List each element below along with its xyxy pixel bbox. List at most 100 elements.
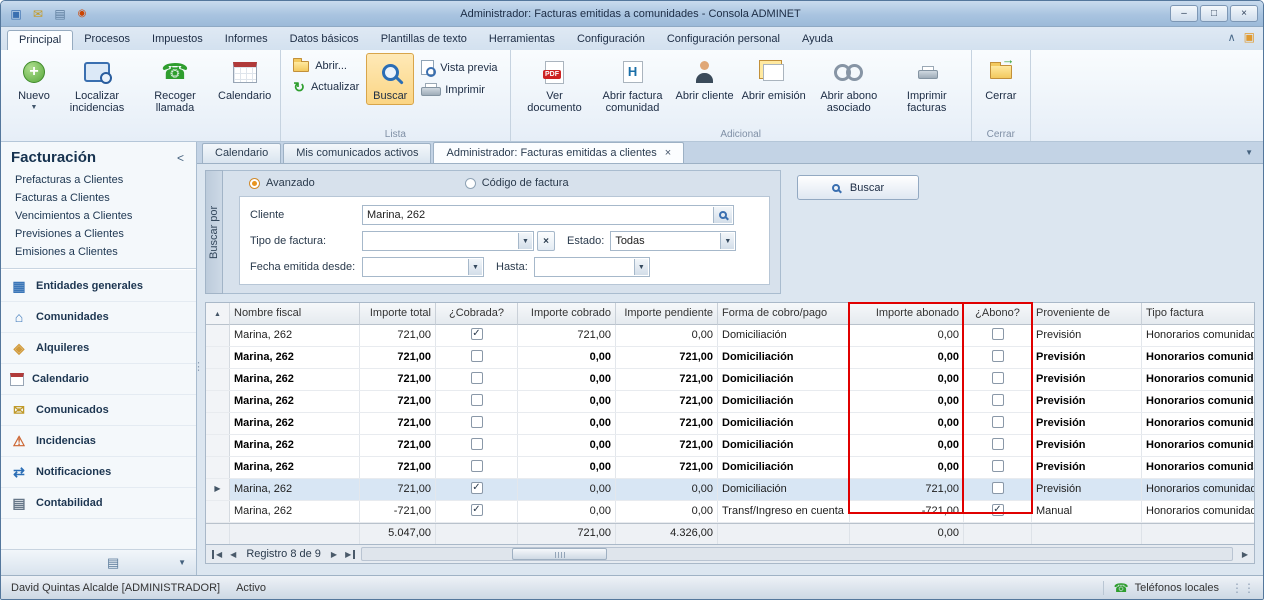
cell-cobrada[interactable] (436, 369, 518, 390)
tab-configuracion-personal[interactable]: Configuración personal (656, 30, 791, 50)
hasta-combo[interactable]: ▼ (534, 257, 650, 277)
doc-tab-facturas-emitidas[interactable]: Administrador: Facturas emitidas a clien… (433, 142, 684, 163)
fecha-desde-combo[interactable]: ▼ (362, 257, 484, 277)
cell-nombre[interactable]: Marina, 262 (230, 369, 360, 390)
cell-pendiente[interactable]: 721,00 (616, 413, 718, 434)
app-icon[interactable]: ▣ (7, 6, 25, 22)
checkbox-cobrada-checked[interactable]: ✓ (471, 504, 483, 516)
cell-cobrado[interactable]: 0,00 (518, 369, 616, 390)
column-header-indicator[interactable]: ▲ (206, 303, 230, 325)
cell-cobrada[interactable] (436, 435, 518, 456)
sidebar-link[interactable]: Emisiones a Clientes (1, 243, 196, 261)
cell-pendiente[interactable]: 0,00 (616, 479, 718, 500)
cell-proveniente[interactable]: Previsión (1032, 457, 1142, 478)
checkbox-cobrada-unchecked[interactable] (471, 372, 483, 384)
table-row[interactable]: Marina, 262721,000,00721,00Domiciliación… (206, 347, 1255, 369)
cell-forma[interactable]: Domiciliación (718, 369, 850, 390)
doc-tab-calendario[interactable]: Calendario (202, 143, 281, 163)
table-row[interactable]: ▶Marina, 262721,00✓0,000,00Domiciliación… (206, 479, 1255, 501)
checkbox-abono-checked[interactable]: ✓ (992, 504, 1004, 516)
nuevo-button[interactable]: + Nuevo ▼ (10, 53, 58, 114)
cliente-input[interactable] (363, 206, 733, 224)
cell-abono[interactable] (964, 325, 1032, 346)
cell-cobrada[interactable] (436, 347, 518, 368)
abrir-cliente-button[interactable]: Abrir cliente (672, 53, 738, 105)
cell-nombre[interactable]: Marina, 262 (230, 457, 360, 478)
document-icon[interactable]: ▤ (107, 555, 119, 571)
cell-tipo[interactable]: Honorarios comunidad (1142, 325, 1255, 346)
cell-total[interactable]: 721,00 (360, 479, 436, 500)
checkbox-abono-unchecked[interactable] (992, 350, 1004, 362)
cell-pendiente[interactable]: 721,00 (616, 435, 718, 456)
scrollbar-thumb[interactable] (512, 548, 607, 560)
cell-cobrado[interactable]: 0,00 (518, 457, 616, 478)
checkbox-abono-unchecked[interactable] (992, 394, 1004, 406)
cell-cobrado[interactable]: 0,00 (518, 391, 616, 412)
cell-indicator[interactable] (206, 501, 230, 522)
cell-pendiente[interactable]: 721,00 (616, 457, 718, 478)
cell-tipo[interactable]: Honorarios comunidad (1142, 391, 1255, 412)
cell-proveniente[interactable]: Previsión (1032, 479, 1142, 500)
cell-nombre[interactable]: Marina, 262 (230, 325, 360, 346)
table-row[interactable]: Marina, 262721,000,00721,00Domiciliación… (206, 413, 1255, 435)
cell-forma[interactable]: Domiciliación (718, 479, 850, 500)
cell-cobrado[interactable]: 0,00 (518, 501, 616, 522)
checkbox-cobrada-checked[interactable]: ✓ (471, 328, 483, 340)
sidebar-item-notificaciones[interactable]: ⇄Notificaciones (1, 457, 196, 488)
column-header-pendiente[interactable]: Importe pendiente (616, 303, 718, 325)
chevron-down-icon[interactable]: ▼ (720, 233, 734, 249)
cell-proveniente[interactable]: Previsión (1032, 325, 1142, 346)
cell-proveniente[interactable]: Manual (1032, 501, 1142, 522)
cell-forma[interactable]: Domiciliación (718, 391, 850, 412)
radio-avanzado[interactable] (249, 178, 260, 189)
cell-abonado[interactable]: 0,00 (850, 413, 964, 434)
column-header-cobrada[interactable]: ¿Cobrada? (436, 303, 518, 325)
cell-tipo[interactable]: Honorarios comunidad (1142, 369, 1255, 390)
tab-herramientas[interactable]: Herramientas (478, 30, 566, 50)
restore-button[interactable]: □ (1200, 5, 1228, 22)
cell-total[interactable]: 721,00 (360, 325, 436, 346)
tab-procesos[interactable]: Procesos (73, 30, 141, 50)
horizontal-scrollbar[interactable] (361, 547, 1233, 561)
tab-principal[interactable]: Principal (7, 30, 73, 50)
cell-forma[interactable]: Domiciliación (718, 457, 850, 478)
cell-cobrada[interactable] (436, 413, 518, 434)
cell-forma[interactable]: Domiciliación (718, 325, 850, 346)
cell-pendiente[interactable]: 721,00 (616, 347, 718, 368)
cell-forma[interactable]: Domiciliación (718, 413, 850, 434)
cerrar-button[interactable]: Cerrar (977, 53, 1025, 105)
buscar-search-button[interactable]: Buscar (797, 175, 919, 200)
collapse-ribbon-icon[interactable]: ∧ (1228, 31, 1236, 44)
column-header-total[interactable]: Importe total (360, 303, 436, 325)
column-header-proveniente[interactable]: Proveniente de (1032, 303, 1142, 325)
chevron-down-icon[interactable]: ▼ (468, 259, 482, 275)
cell-abonado[interactable]: 0,00 (850, 457, 964, 478)
cell-abonado[interactable]: 0,00 (850, 435, 964, 456)
doc-tab-mis-comunicados[interactable]: Mis comunicados activos (283, 143, 431, 163)
cell-abono[interactable] (964, 369, 1032, 390)
column-header-cobrado[interactable]: Importe cobrado (518, 303, 616, 325)
cell-abono[interactable] (964, 435, 1032, 456)
cell-total[interactable]: 721,00 (360, 457, 436, 478)
table-row[interactable]: Marina, 262721,000,00721,00Domiciliación… (206, 369, 1255, 391)
previous-record-button[interactable]: ◀ (226, 550, 240, 559)
minimize-button[interactable]: – (1170, 5, 1198, 22)
tab-configuracion[interactable]: Configuración (566, 30, 656, 50)
cell-nombre[interactable]: Marina, 262 (230, 347, 360, 368)
abrir-abono-asociado-button[interactable]: Abrir abono asociado (810, 53, 888, 117)
checkbox-cobrada-unchecked[interactable] (471, 394, 483, 406)
cell-indicator[interactable] (206, 325, 230, 346)
cell-cobrada[interactable]: ✓ (436, 501, 518, 522)
collapse-sidebar-icon[interactable]: < (173, 151, 188, 165)
sidebar-item-comunidades[interactable]: ⌂Comunidades (1, 302, 196, 333)
tab-ayuda[interactable]: Ayuda (791, 30, 844, 50)
estado-combo[interactable]: Todas ▼ (610, 231, 736, 251)
cell-indicator[interactable] (206, 435, 230, 456)
sidebar-item-contabilidad[interactable]: ▤Contabilidad (1, 488, 196, 519)
cell-tipo[interactable]: Honorarios comunidad (1142, 435, 1255, 456)
imprimir-facturas-button[interactable]: Imprimir facturas (888, 53, 966, 117)
ver-documento-button[interactable]: Ver documento (516, 53, 594, 117)
checkbox-cobrada-unchecked[interactable] (471, 350, 483, 362)
checkbox-cobrada-unchecked[interactable] (471, 438, 483, 450)
cell-abonado[interactable]: 0,00 (850, 369, 964, 390)
